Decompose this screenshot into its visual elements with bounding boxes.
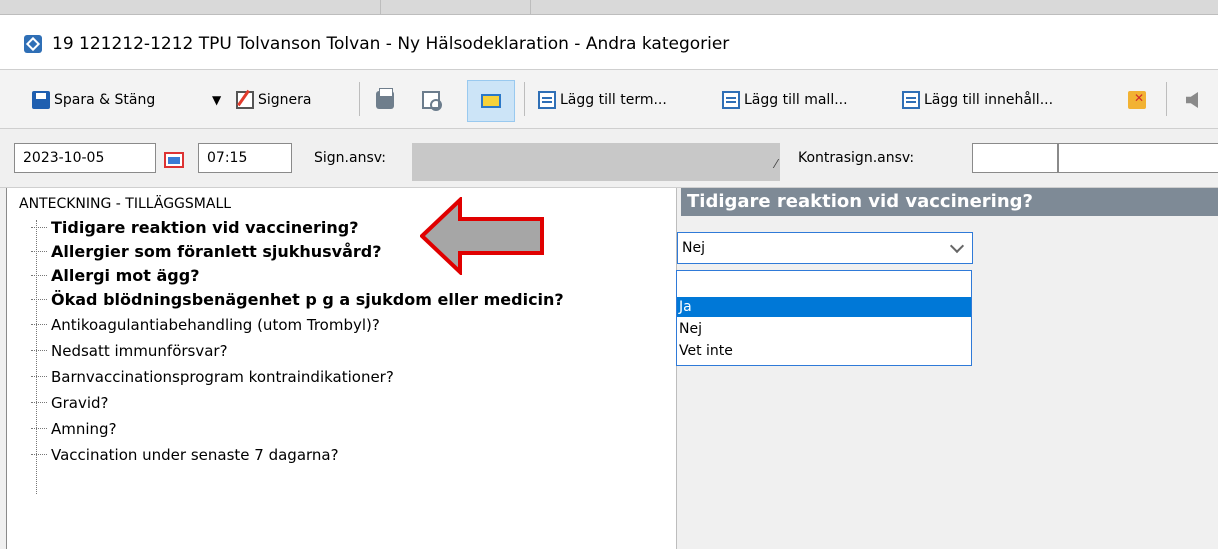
answer-options-list[interactable]: Ja Nej Vet inte xyxy=(676,270,972,366)
print-preview-icon xyxy=(422,91,442,111)
option-empty[interactable] xyxy=(677,271,971,291)
speaker-icon xyxy=(1186,92,1198,108)
tree-item[interactable]: Allergi mot ägg? xyxy=(31,266,199,285)
save-dropdown-arrow[interactable]: ▼ xyxy=(212,87,221,113)
tree-item[interactable]: Amning? xyxy=(31,420,117,438)
countersign-code-field[interactable] xyxy=(972,143,1058,173)
time-field[interactable]: 07:15 xyxy=(198,143,292,173)
chevron-down-icon[interactable] xyxy=(949,238,965,254)
app-diamond-icon xyxy=(24,35,42,53)
sign-dropdown-chevron-icon[interactable]: ⁄ xyxy=(775,157,777,171)
tree-item[interactable]: Vaccination under senaste 7 dagarna? xyxy=(31,446,339,464)
delete-button[interactable] xyxy=(1128,87,1150,113)
tree-item[interactable]: Tidigare reaktion vid vaccinering? xyxy=(31,218,359,237)
tree-item[interactable]: Barnvaccinationsprogram kontraindikation… xyxy=(31,368,394,386)
add-term-button[interactable]: Lägg till term... xyxy=(538,87,667,113)
add-term-icon xyxy=(538,91,556,109)
countersign-label: Kontrasign.ansv: xyxy=(798,150,915,166)
tree-item[interactable]: Ökad blödningsbenägenhet p g a sjukdom e… xyxy=(31,290,564,309)
date-field[interactable]: 2023-10-05 xyxy=(14,143,156,173)
print-button[interactable] xyxy=(376,87,398,113)
add-content-label: Lägg till innehåll... xyxy=(924,92,1054,108)
sign-responsible-label: Sign.ansv: xyxy=(314,150,386,166)
add-content-icon xyxy=(902,91,920,109)
field-title: Tidigare reaktion vid vaccinering? xyxy=(681,188,1218,216)
option-nej[interactable]: Nej xyxy=(677,319,971,339)
save-icon xyxy=(32,91,50,109)
tree-item[interactable]: Nedsatt immunförsvar? xyxy=(31,342,228,360)
calendar-icon[interactable] xyxy=(164,152,184,168)
tree-item[interactable]: Antikoagulantiabehandling (utom Trombyl)… xyxy=(31,316,380,334)
panel-layout-icon xyxy=(481,94,501,108)
tree-root-label: ANTECKNING - TILLÄGGSMALL xyxy=(19,196,232,212)
add-template-label: Lägg till mall... xyxy=(744,92,848,108)
answer-select[interactable]: Nej xyxy=(677,232,973,264)
sign-button[interactable]: Signera xyxy=(236,87,311,113)
window-title: 19 121212-1212 TPU Tolvanson Tolvan - Ny… xyxy=(52,34,730,54)
option-ja[interactable]: Ja xyxy=(677,297,971,317)
sign-label: Signera xyxy=(258,92,312,108)
add-template-icon xyxy=(722,91,740,109)
sign-responsible-field-redacted[interactable] xyxy=(412,143,780,181)
toolbar: Spara & Stäng ▼ Signera Lägg till term..… xyxy=(0,70,1218,129)
add-term-label: Lägg till term... xyxy=(560,92,667,108)
window-titlebar: 19 121212-1212 TPU Tolvanson Tolvan - Ny… xyxy=(0,15,1218,70)
answer-select-value: Nej xyxy=(682,240,705,256)
print-preview-button[interactable] xyxy=(422,87,444,113)
countersign-name-field[interactable] xyxy=(1058,143,1218,173)
option-vet-inte[interactable]: Vet inte xyxy=(677,341,971,361)
template-tree-panel: ANTECKNING - TILLÄGGSMALL Tidigare reakt… xyxy=(6,188,677,549)
delete-icon xyxy=(1128,91,1146,109)
save-close-label: Spara & Stäng xyxy=(54,92,156,108)
tree-item[interactable]: Gravid? xyxy=(31,394,109,412)
toolbar-separator xyxy=(524,82,525,116)
add-template-button[interactable]: Lägg till mall... xyxy=(722,87,848,113)
background-window-strip xyxy=(0,0,1218,15)
printer-icon xyxy=(376,88,394,109)
sign-pen-icon xyxy=(236,91,254,109)
panel-toggle-button[interactable] xyxy=(467,80,515,122)
field-edit-panel: Tidigare reaktion vid vaccinering? Nej xyxy=(676,188,1218,549)
toolbar-separator xyxy=(359,82,360,116)
toolbar-separator xyxy=(1166,82,1167,116)
save-close-button[interactable]: Spara & Stäng xyxy=(32,87,155,113)
add-content-button[interactable]: Lägg till innehåll... xyxy=(902,87,1053,113)
tree-item[interactable]: Allergier som föranlett sjukhusvård? xyxy=(31,242,382,261)
dictation-button[interactable] xyxy=(1186,87,1202,113)
annotation-arrow-icon xyxy=(420,197,544,275)
